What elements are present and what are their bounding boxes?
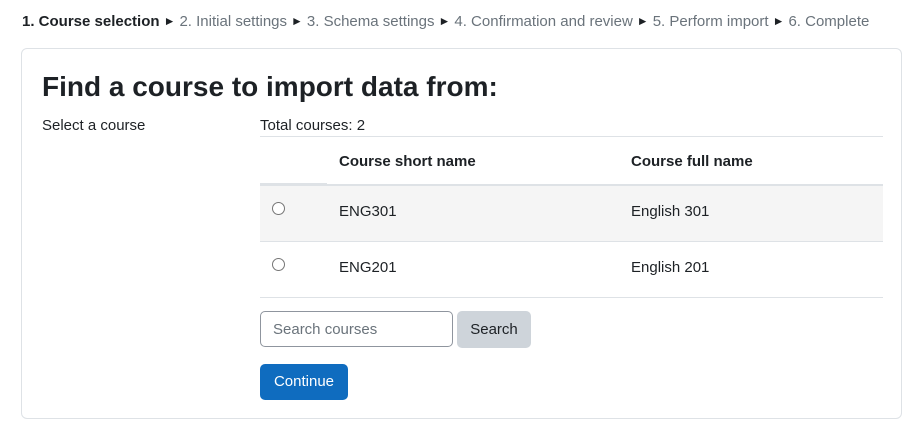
step-confirmation-review: 4. Confirmation and review: [454, 13, 633, 30]
header-short-name[interactable]: Course short name: [339, 152, 476, 172]
course-table: Course short name Course full name ENG30…: [260, 136, 883, 298]
step-schema-settings: 3. Schema settings: [306, 13, 435, 30]
step-initial-settings: 2. Initial settings: [179, 13, 288, 30]
course-short-name: ENG301: [339, 203, 397, 220]
header-full-name[interactable]: Course full name: [631, 152, 753, 172]
table-row[interactable]: ENG301 English 301: [260, 186, 883, 242]
page-title: Find a course to import data from:: [42, 71, 498, 102]
step-separator-icon: ►: [291, 14, 303, 28]
total-courses: Total courses: 2: [260, 117, 366, 134]
step-separator-icon: ►: [438, 14, 451, 28]
course-selection-card: Find a course to import data from: Selec…: [21, 48, 902, 419]
course-full-name: English 301: [631, 203, 710, 220]
search-input[interactable]: [260, 311, 453, 347]
course-short-name: ENG201: [339, 259, 397, 276]
step-separator-icon: ►: [636, 14, 649, 28]
step-separator-icon: ►: [163, 14, 176, 28]
search-button[interactable]: Search: [457, 311, 531, 348]
step-complete: 6. Complete: [788, 13, 870, 30]
course-radio[interactable]: [272, 202, 285, 215]
step-course-selection: 1. Course selection: [22, 13, 160, 30]
table-header: Course short name Course full name: [260, 137, 883, 186]
course-full-name: English 201: [631, 259, 710, 276]
step-separator-icon: ►: [772, 14, 785, 28]
select-column-header: [260, 137, 327, 184]
course-radio[interactable]: [272, 258, 285, 271]
step-perform-import: 5. Perform import: [652, 13, 769, 30]
progress-steps: 1. Course selection ► 2. Initial settings ►…: [22, 12, 869, 32]
continue-button[interactable]: Continue: [260, 364, 348, 400]
select-course-label: Select a course: [42, 117, 146, 134]
table-row[interactable]: ENG201 English 201: [260, 242, 883, 298]
